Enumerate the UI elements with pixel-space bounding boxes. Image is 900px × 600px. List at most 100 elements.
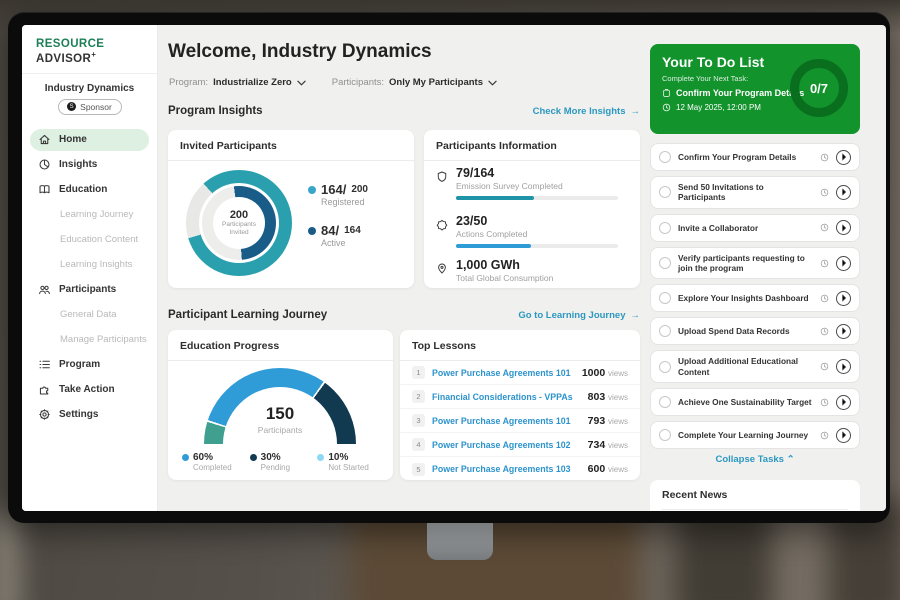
monitor-bezel: RESOURCE ADVISOR+ Industry Dynamics S Sp… [8, 12, 890, 523]
checkbox-icon[interactable] [659, 151, 671, 163]
sidebar-item-participants[interactable]: Participants [30, 279, 149, 301]
checkbox-icon[interactable] [659, 186, 671, 198]
chevron-right-icon[interactable] [836, 150, 851, 165]
global-consumption-metric: 1,000 GWh Total Global Consumption [436, 258, 626, 283]
go-to-learning-journey-link[interactable]: Go to Learning Journey → [518, 310, 640, 321]
section-title: Participant Learning Journey [168, 309, 327, 321]
clock-icon [820, 431, 829, 440]
sidebar-item-learning-insights[interactable]: Learning Insights [30, 254, 149, 276]
donut-center-label: Participants Invited [213, 221, 265, 238]
gauge-legend: 60% Completed 30% Pending 10% Not Starte… [182, 452, 385, 472]
arrow-right-icon: → [631, 106, 641, 117]
card-title: Participants Information [424, 130, 640, 161]
sidebar-menu: Home Insights Education Learning Journey… [22, 129, 157, 426]
clock-icon [820, 223, 829, 232]
lesson-row: 1 Power Purchase Agreements 101 1000 vie… [400, 361, 640, 385]
task-row-upload-spend-data[interactable]: Upload Spend Data Records [650, 317, 860, 345]
actions-icon [436, 218, 448, 248]
clock-icon [820, 362, 829, 371]
section-title: Program Insights [168, 105, 263, 117]
chevron-up-icon: ⌃ [787, 454, 795, 465]
education-icon [38, 183, 51, 196]
filters-row: Program: Industrialize Zero Participants… [169, 77, 497, 88]
legend-dot [317, 454, 324, 461]
app-logo: RESOURCE ADVISOR+ [22, 25, 157, 74]
chevron-down-icon [297, 80, 306, 86]
checkbox-icon[interactable] [659, 292, 671, 304]
chevron-right-icon[interactable] [836, 220, 851, 235]
task-row-achieve-target[interactable]: Achieve One Sustainability Target [650, 388, 860, 416]
take-action-icon [38, 383, 51, 396]
sidebar-item-learning-journey[interactable]: Learning Journey [30, 204, 149, 226]
checkbox-icon[interactable] [659, 396, 671, 408]
organization-name: Industry Dynamics [22, 83, 157, 94]
checkbox-icon[interactable] [659, 429, 671, 441]
chevron-right-icon[interactable] [836, 291, 851, 306]
clock-icon [820, 398, 829, 407]
lesson-row: 5 Power Purchase Agreements 103 600 view… [400, 457, 640, 481]
chevron-right-icon[interactable] [836, 359, 851, 374]
main-content: Welcome, Industry Dynamics Program: Indu… [158, 25, 650, 511]
collapse-tasks-link[interactable]: Collapse Tasks ⌃ [650, 454, 860, 465]
invited-participants-card: Invited Participants 200 Participants In… [168, 130, 414, 288]
rank-badge: 2 [412, 390, 425, 403]
progress-track [456, 244, 618, 248]
logo-advisor: ADVISOR+ [36, 53, 96, 65]
sponsor-badge: S Sponsor [58, 99, 122, 115]
lesson-views: 793 views [588, 415, 628, 427]
home-icon [38, 133, 51, 146]
chevron-right-icon[interactable] [836, 256, 851, 271]
chevron-right-icon[interactable] [836, 185, 851, 200]
sidebar-item-education-content[interactable]: Education Content [30, 229, 149, 251]
settings-icon [38, 408, 51, 421]
task-row-upload-educational-content[interactable]: Upload Additional Educational Content [650, 350, 860, 383]
participants-icon [38, 283, 51, 296]
lesson-link[interactable]: Financial Considerations - VPPAs [432, 392, 581, 402]
sidebar-item-insights[interactable]: Insights [30, 154, 149, 176]
rank-badge: 3 [412, 414, 425, 427]
sidebar-item-home[interactable]: Home [30, 129, 149, 151]
task-row-invite-collaborator[interactable]: Invite a Collaborator [650, 214, 860, 242]
task-row-confirm-program[interactable]: Confirm Your Program Details [650, 143, 860, 171]
program-filter[interactable]: Program: Industrialize Zero [169, 77, 306, 88]
todo-progress-ring: 0/7 [790, 59, 848, 117]
legend-dot [308, 186, 316, 194]
lesson-link[interactable]: Power Purchase Agreements 101 [432, 416, 581, 426]
chevron-right-icon[interactable] [836, 324, 851, 339]
sidebar-item-general-data[interactable]: General Data [30, 304, 149, 326]
card-title: Education Progress [168, 330, 393, 361]
legend-registered: 164/200 Registered [308, 182, 368, 207]
lesson-row: 3 Power Purchase Agreements 101 793 view… [400, 409, 640, 433]
legend-active: 84/164 Active [308, 223, 368, 248]
rank-badge: 1 [412, 366, 425, 379]
clock-icon [820, 294, 829, 303]
task-row-explore-insights[interactable]: Explore Your Insights Dashboard [650, 284, 860, 312]
sidebar-item-take-action[interactable]: Take Action [30, 379, 149, 401]
clock-icon [820, 153, 829, 162]
sidebar-item-program[interactable]: Program [30, 354, 149, 376]
task-row-verify-participants[interactable]: Verify participants requesting to join t… [650, 247, 860, 280]
sidebar-item-education[interactable]: Education [30, 179, 149, 201]
legend-dot [250, 454, 257, 461]
checkbox-icon[interactable] [659, 257, 671, 269]
checkbox-icon[interactable] [659, 325, 671, 337]
todo-summary-card: Your To Do List Complete Your Next Task:… [650, 44, 860, 134]
program-insights-header: Program Insights Check More Insights → [168, 105, 640, 117]
chevron-right-icon[interactable] [836, 428, 851, 443]
lesson-link[interactable]: Power Purchase Agreements 103 [432, 464, 581, 474]
chevron-right-icon[interactable] [836, 395, 851, 410]
progress-fill [456, 244, 531, 248]
check-more-insights-link[interactable]: Check More Insights → [533, 106, 640, 117]
lesson-row: 4 Power Purchase Agreements 102 734 view… [400, 433, 640, 457]
recent-news-title: Recent News [662, 489, 848, 510]
task-row-send-invitations[interactable]: Send 50 Invitations to Participants [650, 176, 860, 209]
sidebar-item-settings[interactable]: Settings [30, 404, 149, 426]
participants-filter[interactable]: Participants: Only My Participants [332, 77, 497, 88]
task-row-complete-learning-journey[interactable]: Complete Your Learning Journey [650, 421, 860, 449]
checkbox-icon[interactable] [659, 222, 671, 234]
lesson-link[interactable]: Power Purchase Agreements 101 [432, 368, 575, 378]
lesson-link[interactable]: Power Purchase Agreements 102 [432, 440, 581, 450]
checkbox-icon[interactable] [659, 361, 671, 373]
sidebar-item-manage-participants[interactable]: Manage Participants [30, 329, 149, 351]
progress-fill [456, 196, 534, 200]
